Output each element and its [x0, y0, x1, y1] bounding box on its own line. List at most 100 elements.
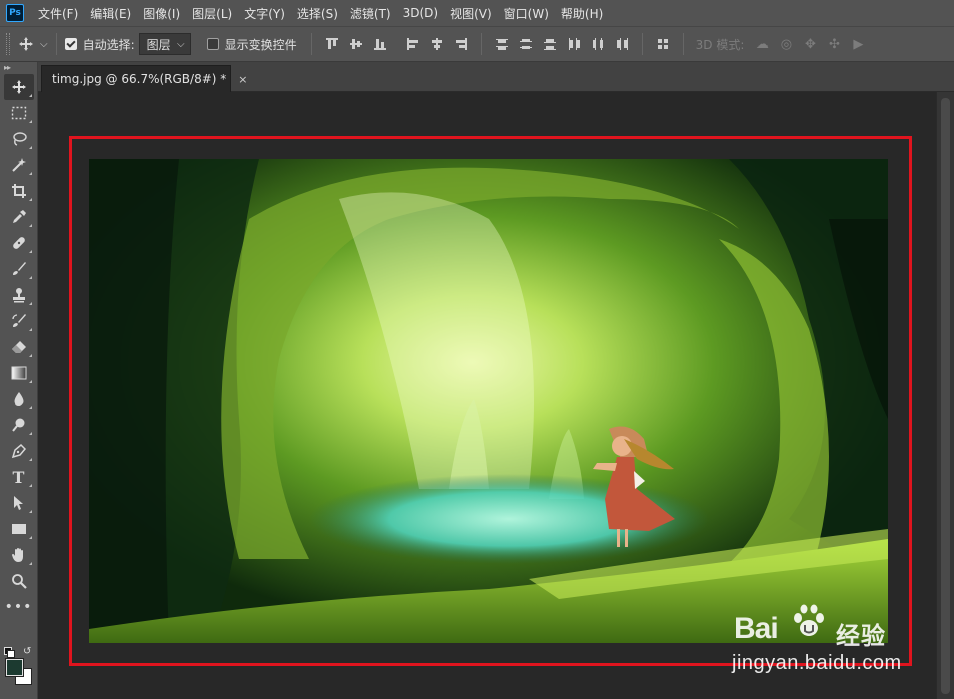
gradient-icon — [11, 366, 27, 380]
water-drop-icon — [12, 391, 26, 407]
distribute-left-edges-icon[interactable] — [567, 37, 581, 51]
gradient-tool-button[interactable] — [4, 360, 34, 386]
auto-align-layers-icon[interactable] — [656, 37, 670, 51]
history-brush-icon — [11, 313, 27, 329]
pan-3d-camera-icon[interactable]: ✥ — [802, 36, 818, 52]
move-tool-button[interactable] — [3, 74, 34, 100]
magnifier-icon — [11, 573, 27, 589]
type-icon: T — [12, 467, 25, 487]
zoom-tool-button[interactable] — [4, 568, 34, 594]
distribute-vertical-centers-icon[interactable] — [519, 37, 533, 51]
menu-type[interactable]: 文字(Y) — [244, 5, 285, 22]
photoshop-logo-icon: Ps — [6, 4, 24, 22]
color-swatches: ↺ — [4, 646, 36, 693]
rectangle-shape-icon — [11, 522, 27, 536]
divider — [480, 33, 482, 55]
blur-tool-button[interactable] — [4, 386, 34, 412]
divider — [310, 33, 312, 55]
rectangle-tool-button[interactable] — [4, 516, 34, 542]
divider — [641, 33, 643, 55]
type-tool-button[interactable]: T — [4, 464, 34, 490]
distribute-horizontal-centers-icon[interactable] — [591, 37, 605, 51]
auto-select-label: 自动选择: — [82, 37, 135, 52]
tool-preset-picker[interactable]: ⌵ — [18, 36, 48, 52]
document-canvas-image[interactable] — [89, 159, 888, 643]
default-colors-icon[interactable] — [4, 647, 15, 658]
align-left-edges-icon[interactable] — [406, 37, 420, 51]
menu-view[interactable]: 视图(V) — [450, 5, 492, 22]
align-vertical-centers-icon[interactable] — [349, 37, 363, 51]
eyedropper-tool-button[interactable] — [4, 204, 34, 230]
tools-panel: ▸▸ T ••• ↺ — [0, 62, 38, 699]
brush-tool-button[interactable] — [4, 256, 34, 282]
pen-icon — [11, 443, 27, 459]
roll-3d-camera-icon[interactable]: ◎ — [778, 36, 794, 52]
chevron-down-icon: ⌵ — [177, 38, 185, 50]
menu-window[interactable]: 窗口(W) — [504, 5, 549, 22]
clone-stamp-tool-button[interactable] — [4, 282, 34, 308]
distribute-right-edges-icon[interactable] — [615, 37, 629, 51]
swap-colors-icon[interactable]: ↺ — [23, 646, 31, 657]
document-tab[interactable]: timg.jpg @ 66.7%(RGB/8#) * × — [41, 65, 247, 92]
distribute-bottom-edges-icon[interactable] — [543, 37, 557, 51]
menu-file[interactable]: 文件(F) — [38, 5, 78, 22]
move-icon — [18, 36, 34, 52]
crop-icon — [11, 183, 27, 199]
auto-select-target-dropdown[interactable]: 图层 ⌵ — [138, 33, 191, 55]
menu-filter[interactable]: 滤镜(T) — [350, 5, 391, 22]
align-buttons — [320, 37, 392, 51]
lasso-tool-button[interactable] — [4, 126, 34, 152]
hand-tool-button[interactable] — [4, 542, 34, 568]
menu-edit[interactable]: 编辑(E) — [90, 5, 131, 22]
path-selection-tool-button[interactable] — [4, 490, 34, 516]
more-dots-icon: ••• — [4, 599, 33, 615]
foreground-color-swatch[interactable] — [5, 658, 24, 677]
pen-tool-button[interactable] — [4, 438, 34, 464]
show-transform-checkbox[interactable] — [206, 38, 219, 50]
dodge-icon — [11, 417, 27, 433]
stamp-icon — [11, 287, 27, 303]
menu-3d[interactable]: 3D(D) — [403, 6, 438, 20]
menu-help[interactable]: 帮助(H) — [561, 5, 603, 22]
healing-brush-tool-button[interactable] — [4, 230, 34, 256]
zoom-3d-camera-icon[interactable]: ▶ — [850, 36, 866, 52]
slide-3d-camera-icon[interactable]: ✣ — [826, 36, 842, 52]
menu-bar: Ps 文件(F) 编辑(E) 图像(I) 图层(L) 文字(Y) 选择(S) 滤… — [0, 0, 954, 26]
history-brush-tool-button[interactable] — [4, 308, 34, 334]
lasso-icon — [11, 131, 27, 147]
align-top-edges-icon[interactable] — [325, 37, 339, 51]
align-horizontal-centers-icon[interactable] — [430, 37, 444, 51]
document-tab-bar: timg.jpg @ 66.7%(RGB/8#) * × — [38, 62, 954, 92]
edit-toolbar-button[interactable]: ••• — [4, 594, 34, 620]
scrollbar-thumb[interactable] — [941, 98, 950, 694]
magic-wand-icon — [11, 157, 27, 173]
hand-icon — [11, 547, 27, 563]
options-bar: ⌵ 自动选择: 图层 ⌵ 显示变换控件 3D 模式: ☁ ◎ ✥ ✣ ▶ — [0, 26, 954, 62]
marquee-tool-button[interactable] — [4, 100, 34, 126]
menu-layer[interactable]: 图层(L) — [192, 5, 232, 22]
divider — [55, 33, 57, 55]
document-tab-title: timg.jpg @ 66.7%(RGB/8#) * — [52, 72, 227, 86]
close-icon[interactable]: × — [238, 73, 247, 86]
magic-wand-tool-button[interactable] — [4, 152, 34, 178]
forest-cave-painting — [89, 159, 888, 643]
auto-select-checkbox[interactable] — [64, 38, 77, 50]
chevron-down-icon: ⌵ — [40, 38, 48, 50]
divider — [682, 33, 684, 55]
dodge-tool-button[interactable] — [4, 412, 34, 438]
move-icon — [11, 79, 27, 95]
auto-select-target-value: 图层 — [146, 37, 171, 52]
align-bottom-edges-icon[interactable] — [373, 37, 387, 51]
collapse-panel-icon[interactable]: ▸▸ — [0, 62, 37, 74]
menu-select[interactable]: 选择(S) — [297, 5, 338, 22]
brush-icon — [11, 261, 27, 277]
menu-image[interactable]: 图像(I) — [143, 5, 180, 22]
crop-tool-button[interactable] — [4, 178, 34, 204]
options-grip[interactable] — [6, 33, 10, 55]
path-selection-icon — [11, 495, 27, 511]
align-right-edges-icon[interactable] — [454, 37, 468, 51]
distribute-top-edges-icon[interactable] — [495, 37, 509, 51]
vertical-scrollbar[interactable] — [936, 92, 954, 699]
orbit-3d-camera-icon[interactable]: ☁ — [754, 36, 770, 52]
eraser-tool-button[interactable] — [4, 334, 34, 360]
